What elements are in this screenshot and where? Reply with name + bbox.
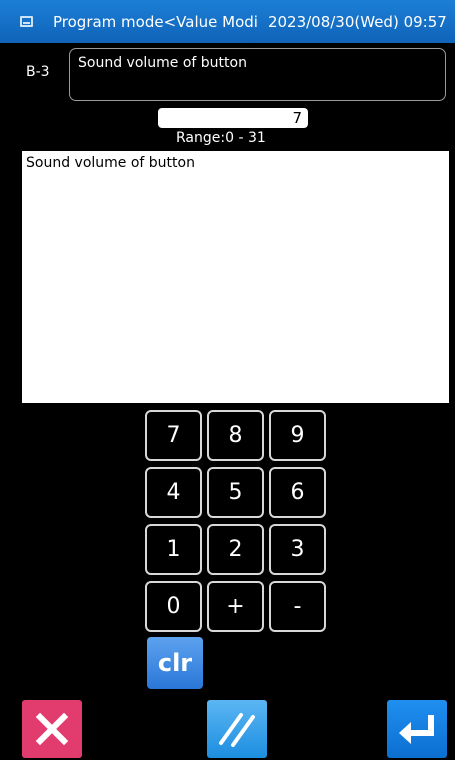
key-1[interactable]: 1 xyxy=(145,524,202,575)
key-4[interactable]: 4 xyxy=(145,467,202,518)
title-bar: Program mode<Value Modi 2023/08/30(Wed) … xyxy=(0,0,455,43)
key-6[interactable]: 6 xyxy=(269,467,326,518)
menu-button[interactable] xyxy=(207,700,267,758)
parameter-code: B-3 xyxy=(26,64,50,80)
key-0[interactable]: 0 xyxy=(145,581,202,632)
key-5[interactable]: 5 xyxy=(207,467,264,518)
key-8[interactable]: 8 xyxy=(207,410,264,461)
close-icon xyxy=(35,712,69,746)
enter-icon xyxy=(399,715,434,744)
key-3[interactable]: 3 xyxy=(269,524,326,575)
enter-button[interactable] xyxy=(387,700,447,758)
key-plus[interactable]: + xyxy=(207,581,264,632)
window-title: Program mode<Value Modi xyxy=(53,12,258,31)
range-label: Range:0 - 31 xyxy=(176,130,266,146)
key-9[interactable]: 9 xyxy=(269,410,326,461)
app-window-icon xyxy=(20,16,33,27)
key-minus[interactable]: - xyxy=(269,581,326,632)
value-input[interactable]: 7 xyxy=(158,108,308,128)
key-2[interactable]: 2 xyxy=(207,524,264,575)
key-7[interactable]: 7 xyxy=(145,410,202,461)
datetime: 2023/08/30(Wed) 09:57 xyxy=(267,12,447,31)
clear-button[interactable]: clr xyxy=(147,637,203,689)
double-slash-icon xyxy=(219,713,255,747)
cancel-button[interactable] xyxy=(22,700,82,758)
parameter-name-box: Sound volume of button xyxy=(69,48,446,101)
description-area: Sound volume of button xyxy=(22,151,449,403)
